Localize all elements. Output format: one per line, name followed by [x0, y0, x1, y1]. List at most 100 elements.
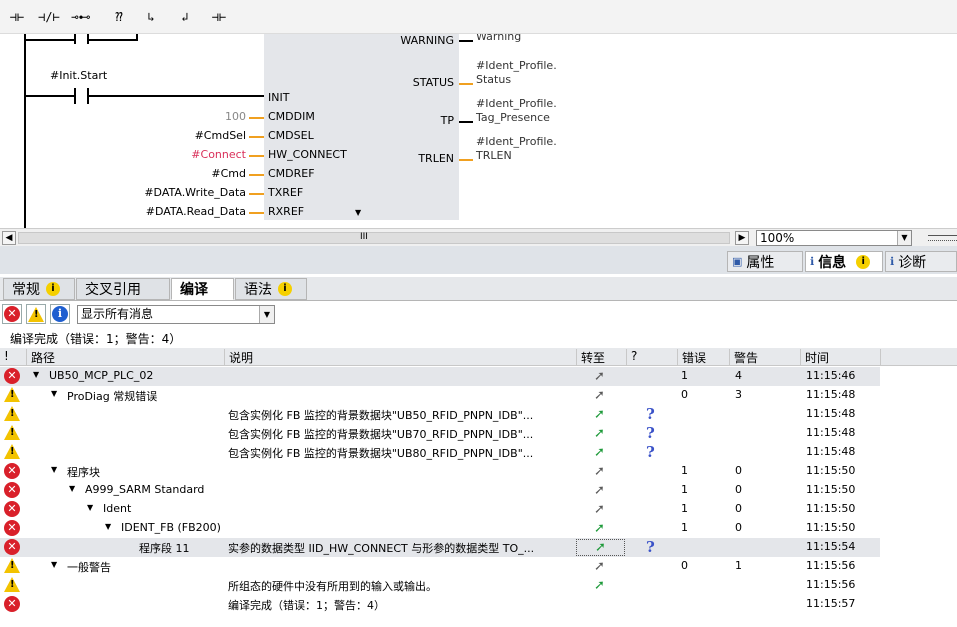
contact-label[interactable]: #Init.Start [50, 69, 107, 82]
input-param[interactable]: #CmdSel [195, 129, 246, 142]
help-icon[interactable]: ? [646, 538, 655, 556]
table-row[interactable]: ✕ ▼ A999_SARM Standard ➚ 1 0 11:15:50 [0, 481, 957, 500]
column-header-6[interactable]: 警告 [729, 349, 758, 365]
tab-info[interactable]: ℹ 信息 i [805, 251, 883, 272]
warning-triangle [4, 444, 20, 459]
table-row[interactable]: ✕ ▼ Ident ➚ 1 0 11:15:50 [0, 500, 957, 519]
goto-arrow-icon[interactable]: ➚ [594, 445, 605, 460]
warning-triangle [4, 558, 20, 573]
table-row[interactable]: 所组态的硬件中没有所用到的输入或输出。 ➚ 11:15:56 [0, 576, 957, 595]
compile-summary: 编译完成（错误：1；警告：4） [10, 332, 182, 346]
goto-arrow-icon[interactable]: ➚ [594, 559, 605, 574]
table-row[interactable]: 包含实例化 FB 监控的背景数据块"UB70_RFID_PNPN_IDB"...… [0, 424, 957, 443]
info-icon: ℹ [810, 255, 815, 268]
row-path: 程序块 [67, 466, 100, 479]
input-param[interactable]: #Cmd [211, 167, 246, 180]
scroll-grip: III [360, 232, 368, 242]
table-row[interactable]: ✕ ▼ IDENT_FB (FB200) ➚ 1 0 11:15:50 [0, 519, 957, 538]
branch-open-button[interactable]: ↳ [136, 4, 166, 30]
tab-diagnostics[interactable]: ℹ 诊断 [885, 251, 957, 272]
table-row[interactable]: 包含实例化 FB 监控的背景数据块"UB50_RFID_PNPN_IDB"...… [0, 405, 957, 424]
goto-arrow-icon[interactable]: ➚ [594, 502, 605, 517]
zoom-slider[interactable] [928, 235, 957, 241]
tab-label: 属性 [746, 254, 775, 271]
nc-contact-button[interactable]: ⊣/⊢ [34, 4, 64, 30]
param-wire [249, 212, 264, 214]
column-header-2[interactable]: 说明 [224, 349, 253, 365]
tab-general[interactable]: 常规 i [3, 278, 75, 300]
input-param[interactable]: #DATA.Write_Data [144, 186, 246, 199]
connection-button[interactable]: ⊣⊢ [204, 4, 234, 30]
output-param[interactable]: #Ident_Profile. Tag_Presence [476, 97, 557, 125]
box-button[interactable]: ⁇ [104, 4, 134, 30]
input-param[interactable]: #DATA.Read_Data [146, 205, 246, 218]
column-header-3[interactable]: 转至 [576, 349, 605, 365]
table-row[interactable]: ✕ 程序段 11 实参的数据类型 IID_HW_CONNECT 与形参的数据类型 T… [0, 538, 880, 557]
table-row[interactable]: ✕ ▼ UB50_MCP_PLC_02 ➚ 1 4 11:15:46 [0, 367, 880, 386]
row-warnings: 4 [735, 369, 742, 382]
coil-button[interactable]: ⊸⊷ [66, 4, 96, 30]
tab-cross-reference[interactable]: 交叉引用 [76, 278, 170, 300]
tab-label: 诊断 [898, 254, 927, 271]
chevron-down-icon[interactable]: ▼ [259, 306, 274, 323]
goto-arrow-icon[interactable]: ➚ [594, 578, 605, 593]
collapse-icon[interactable]: ▼ [51, 560, 57, 569]
filter-warnings-button[interactable] [26, 304, 46, 324]
row-errors: 1 [681, 369, 688, 382]
diagnostics-icon: ℹ [890, 255, 895, 268]
row-warnings: 3 [735, 388, 742, 401]
scroll-right-button[interactable]: ▶ [735, 231, 749, 245]
tab-syntax[interactable]: 语法 i [235, 278, 307, 300]
goto-arrow-icon[interactable]: ➚ [594, 388, 605, 403]
output-param[interactable]: Warning [476, 34, 521, 44]
table-row[interactable]: ▼ 一般警告 ➚ 0 1 11:15:56 [0, 557, 957, 576]
column-header-5[interactable]: 错误 [677, 349, 706, 365]
tab-compile[interactable]: 编译 [171, 278, 234, 300]
scroll-left-button[interactable]: ◀ [2, 231, 16, 245]
table-row[interactable]: ✕ 编译完成（错误：1；警告：4） 11:15:57 [0, 595, 957, 614]
expand-block-icon[interactable]: ▼ [355, 208, 361, 217]
collapse-icon[interactable]: ▼ [105, 522, 111, 531]
tab-properties[interactable]: ▣ 属性 [727, 251, 803, 272]
no-contact-button[interactable]: ⊣⊢ [2, 4, 32, 30]
input-param[interactable]: #Connect [191, 148, 246, 161]
column-header-1[interactable]: 路径 [26, 349, 55, 365]
input-param[interactable]: 100 [225, 110, 246, 123]
table-row[interactable]: ✕ ▼ 程序块 ➚ 1 0 11:15:50 [0, 462, 957, 481]
ladder-editor[interactable]: #Init.Start ▼ INIT CMDDIM 100 CMDSEL #CmdSel… [0, 34, 957, 228]
goto-arrow-icon[interactable]: ➚ [594, 407, 605, 422]
table-row[interactable]: 包含实例化 FB 监控的背景数据块"UB80_RFID_PNPN_IDB"...… [0, 443, 957, 462]
goto-arrow-icon[interactable]: ➚ [594, 464, 605, 479]
collapse-icon[interactable]: ▼ [87, 503, 93, 512]
filter-errors-button[interactable]: ✕ [2, 304, 22, 324]
goto-arrow-icon[interactable]: ➚ [594, 521, 605, 536]
branch-close-button[interactable]: ↲ [170, 4, 200, 30]
output-param[interactable]: #Ident_Profile. Status [476, 59, 557, 87]
collapse-icon[interactable]: ▼ [69, 484, 75, 493]
contact-left[interactable] [74, 88, 76, 104]
input-pin-rxref: RXREF [268, 205, 305, 218]
collapse-icon[interactable]: ▼ [51, 389, 57, 398]
output-param[interactable]: #Ident_Profile. TRLEN [476, 135, 557, 163]
help-icon[interactable]: ? [646, 424, 655, 442]
help-icon[interactable]: ? [646, 443, 655, 461]
column-header-4[interactable]: ? [626, 349, 637, 365]
collapse-icon[interactable]: ▼ [51, 465, 57, 474]
message-filter-select[interactable]: 显示所有消息 ▼ [77, 305, 275, 324]
goto-arrow-icon[interactable]: ➚ [576, 539, 625, 556]
scroll-thumb[interactable] [18, 232, 730, 244]
goto-arrow-icon[interactable]: ➚ [594, 483, 605, 498]
table-row[interactable]: ▼ ProDiag 常规错误 ➚ 0 3 11:15:48 [0, 386, 957, 405]
chevron-down-icon[interactable]: ▼ [897, 231, 911, 245]
horizontal-scrollbar[interactable]: ◀ III ▶ 100% ▼ [0, 228, 957, 246]
row-description: 所组态的硬件中没有所用到的输入或输出。 [228, 580, 437, 593]
collapse-icon[interactable]: ▼ [33, 370, 39, 379]
row-time: 11:15:50 [806, 502, 856, 515]
zoom-select[interactable]: 100% ▼ [756, 230, 912, 246]
filter-info-button[interactable]: i [50, 304, 70, 324]
goto-arrow-icon[interactable]: ➚ [594, 426, 605, 441]
help-icon[interactable]: ? [646, 405, 655, 423]
column-header-0[interactable]: ! [0, 349, 9, 365]
goto-arrow-icon[interactable]: ➚ [594, 369, 605, 384]
column-header-7[interactable]: 时间 [800, 349, 829, 365]
